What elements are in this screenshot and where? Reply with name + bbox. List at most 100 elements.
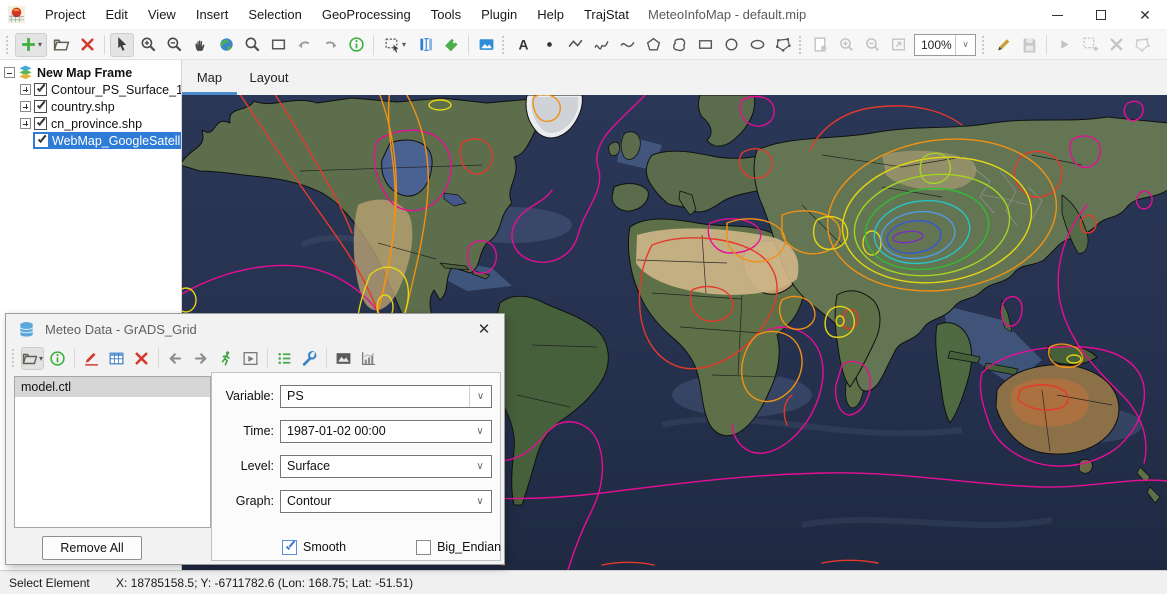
graph-combobox[interactable]: Contour ∨ bbox=[280, 490, 492, 513]
create-chart-button[interactable] bbox=[357, 347, 380, 370]
select-feature-button[interactable]: ▾ bbox=[379, 33, 411, 57]
zoom-to-layer-button[interactable] bbox=[240, 33, 264, 57]
create-map-button[interactable] bbox=[332, 347, 355, 370]
layer-row-country[interactable]: country.shp bbox=[0, 98, 181, 115]
big-endian-checkbox[interactable]: Big_Endian bbox=[416, 540, 501, 555]
dialog-close-button[interactable]: ✕ bbox=[464, 314, 504, 344]
toolbar-grip[interactable] bbox=[6, 36, 11, 54]
animate-button[interactable] bbox=[214, 347, 237, 370]
select-tool-button[interactable] bbox=[110, 33, 134, 57]
expand-icon[interactable] bbox=[20, 84, 31, 95]
map-frame-node[interactable]: New Map Frame bbox=[0, 64, 181, 81]
settings-list-button[interactable] bbox=[273, 347, 296, 370]
menu-edit[interactable]: Edit bbox=[95, 0, 137, 30]
open-data-button[interactable]: ▾ bbox=[21, 347, 44, 370]
undo-button[interactable] bbox=[292, 33, 316, 57]
new-freehand-button[interactable] bbox=[589, 33, 613, 57]
play-button[interactable] bbox=[1052, 33, 1076, 57]
layer-row-contour[interactable]: Contour_PS_Surface_19 bbox=[0, 81, 181, 98]
new-label-button[interactable]: A bbox=[511, 33, 535, 57]
chevron-down-icon[interactable]: ∨ bbox=[469, 426, 491, 437]
remove-data-button[interactable] bbox=[130, 347, 153, 370]
reshape-feature-button[interactable] bbox=[1130, 33, 1154, 57]
toolbar-grip[interactable] bbox=[982, 36, 987, 54]
open-file-button[interactable] bbox=[49, 33, 73, 57]
measure-button[interactable] bbox=[413, 33, 437, 57]
delete-feature-button[interactable] bbox=[1104, 33, 1128, 57]
data-info-button[interactable] bbox=[46, 347, 69, 370]
minimize-button[interactable] bbox=[1035, 0, 1079, 30]
maximize-button[interactable] bbox=[1079, 0, 1123, 30]
data-file-list[interactable]: model.ctl bbox=[14, 376, 211, 528]
label-button[interactable] bbox=[439, 33, 463, 57]
add-image-button[interactable] bbox=[474, 33, 498, 57]
chevron-down-icon[interactable]: ∨ bbox=[469, 386, 491, 407]
new-polyline-button[interactable] bbox=[563, 33, 587, 57]
data-table-button[interactable] bbox=[105, 347, 128, 370]
menu-help[interactable]: Help bbox=[527, 0, 574, 30]
full-extent-button[interactable] bbox=[214, 33, 238, 57]
tab-layout[interactable]: Layout bbox=[237, 60, 301, 95]
layout-zoom-in-button[interactable] bbox=[834, 33, 858, 57]
tab-map[interactable]: Map bbox=[182, 60, 237, 95]
remove-layer-button[interactable] bbox=[75, 33, 99, 57]
edit-vertices-button[interactable] bbox=[771, 33, 795, 57]
add-feature-button[interactable] bbox=[1078, 33, 1102, 57]
new-point-button[interactable] bbox=[537, 33, 561, 57]
layer-row-webmap[interactable]: WebMap_GoogleSatell bbox=[33, 132, 181, 149]
toolbar-grip[interactable] bbox=[799, 36, 804, 54]
menu-trajstat[interactable]: TrajStat bbox=[574, 0, 639, 30]
draw-settings-button[interactable] bbox=[298, 347, 321, 370]
previous-time-button[interactable] bbox=[164, 347, 187, 370]
close-button[interactable]: ✕ bbox=[1123, 0, 1167, 30]
new-curve-button[interactable] bbox=[615, 33, 639, 57]
variable-combobox[interactable]: PS ∨ bbox=[280, 385, 492, 408]
menu-insert[interactable]: Insert bbox=[186, 0, 239, 30]
layer-row-cn-province[interactable]: cn_province.shp bbox=[0, 115, 181, 132]
new-rectangle-button[interactable] bbox=[693, 33, 717, 57]
level-combobox[interactable]: Surface ∨ bbox=[280, 455, 492, 478]
menu-plugin[interactable]: Plugin bbox=[471, 0, 527, 30]
chevron-down-icon[interactable]: ∨ bbox=[955, 35, 975, 55]
layout-zoom-out-button[interactable] bbox=[860, 33, 884, 57]
zoom-level-combobox[interactable]: 100% ∨ bbox=[914, 34, 976, 56]
smooth-checkbox[interactable]: Smooth bbox=[282, 540, 346, 555]
pan-button[interactable] bbox=[188, 33, 212, 57]
layer-checkbox[interactable] bbox=[35, 134, 48, 147]
menu-view[interactable]: View bbox=[138, 0, 186, 30]
zoom-in-button[interactable] bbox=[136, 33, 160, 57]
expand-icon[interactable] bbox=[20, 118, 31, 129]
select-by-rectangle-button[interactable] bbox=[266, 33, 290, 57]
checkbox-checked-icon[interactable] bbox=[282, 540, 297, 555]
file-item-selected[interactable]: model.ctl bbox=[15, 377, 210, 397]
menu-tools[interactable]: Tools bbox=[421, 0, 471, 30]
new-circle-button[interactable] bbox=[719, 33, 743, 57]
next-time-button[interactable] bbox=[189, 347, 212, 370]
menu-geoprocessing[interactable]: GeoProcessing bbox=[312, 0, 421, 30]
checkbox-unchecked-icon[interactable] bbox=[416, 540, 431, 555]
layer-checkbox[interactable] bbox=[34, 83, 47, 96]
zoom-out-button[interactable] bbox=[162, 33, 186, 57]
toolbar-grip[interactable] bbox=[12, 349, 17, 367]
add-layer-button[interactable]: ▾ bbox=[15, 33, 47, 57]
redo-button[interactable] bbox=[318, 33, 342, 57]
chevron-down-icon[interactable]: ∨ bbox=[469, 461, 491, 472]
identify-button[interactable] bbox=[344, 33, 368, 57]
menu-selection[interactable]: Selection bbox=[238, 0, 311, 30]
remove-all-button[interactable]: Remove All bbox=[42, 536, 142, 560]
draw-data-button[interactable] bbox=[80, 347, 103, 370]
play-animation-button[interactable] bbox=[239, 347, 262, 370]
time-combobox[interactable]: 1987-01-02 00:00 ∨ bbox=[280, 420, 492, 443]
chevron-down-icon[interactable]: ∨ bbox=[469, 496, 491, 507]
fit-to-screen-button[interactable] bbox=[886, 33, 910, 57]
dialog-titlebar[interactable]: Meteo Data - GrADS_Grid ✕ bbox=[6, 314, 504, 344]
collapse-icon[interactable] bbox=[4, 67, 15, 78]
layer-checkbox[interactable] bbox=[34, 117, 47, 130]
save-edit-button[interactable] bbox=[1017, 33, 1041, 57]
menu-project[interactable]: Project bbox=[35, 0, 95, 30]
new-polygon-button[interactable] bbox=[641, 33, 665, 57]
page-setup-button[interactable] bbox=[808, 33, 832, 57]
toolbar-grip[interactable] bbox=[502, 36, 507, 54]
new-curve-polygon-button[interactable] bbox=[667, 33, 691, 57]
layer-checkbox[interactable] bbox=[34, 100, 47, 113]
